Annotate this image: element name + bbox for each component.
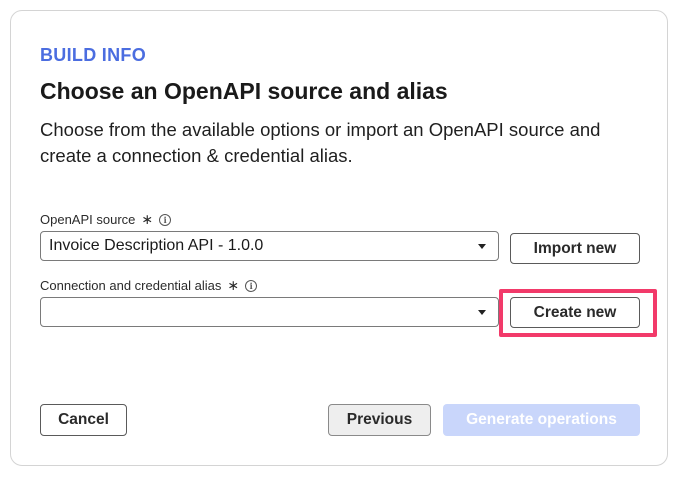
info-icon[interactable]: i [159,213,172,226]
previous-button[interactable]: Previous [328,404,431,436]
openapi-source-label-group: OpenAPI source ∗ i [40,211,172,228]
openapi-source-label: OpenAPI source [40,212,136,227]
import-new-button[interactable]: Import new [510,233,640,264]
required-asterisk-icon: ∗ [141,211,154,227]
cancel-button[interactable]: Cancel [40,404,127,436]
alias-label-group: Connection and credential alias ∗ i [40,277,258,294]
page-description: Choose from the available options or imp… [40,119,601,166]
highlight-box [499,289,657,337]
chevron-down-icon [478,244,486,249]
chevron-down-icon [478,310,486,315]
info-icon[interactable]: i [245,279,258,292]
alias-select[interactable] [40,297,499,327]
openapi-source-value: Invoice Description API - 1.0.0 [49,237,264,254]
page-title: Choose an OpenAPI source and alias [40,78,448,104]
alias-label: Connection and credential alias [40,278,222,293]
openapi-source-select[interactable]: Invoice Description API - 1.0.0 [40,231,499,261]
step-eyebrow: BUILD INFO [40,45,146,65]
generate-operations-button[interactable]: Generate operations [443,404,640,436]
required-asterisk-icon: ∗ [227,277,240,293]
